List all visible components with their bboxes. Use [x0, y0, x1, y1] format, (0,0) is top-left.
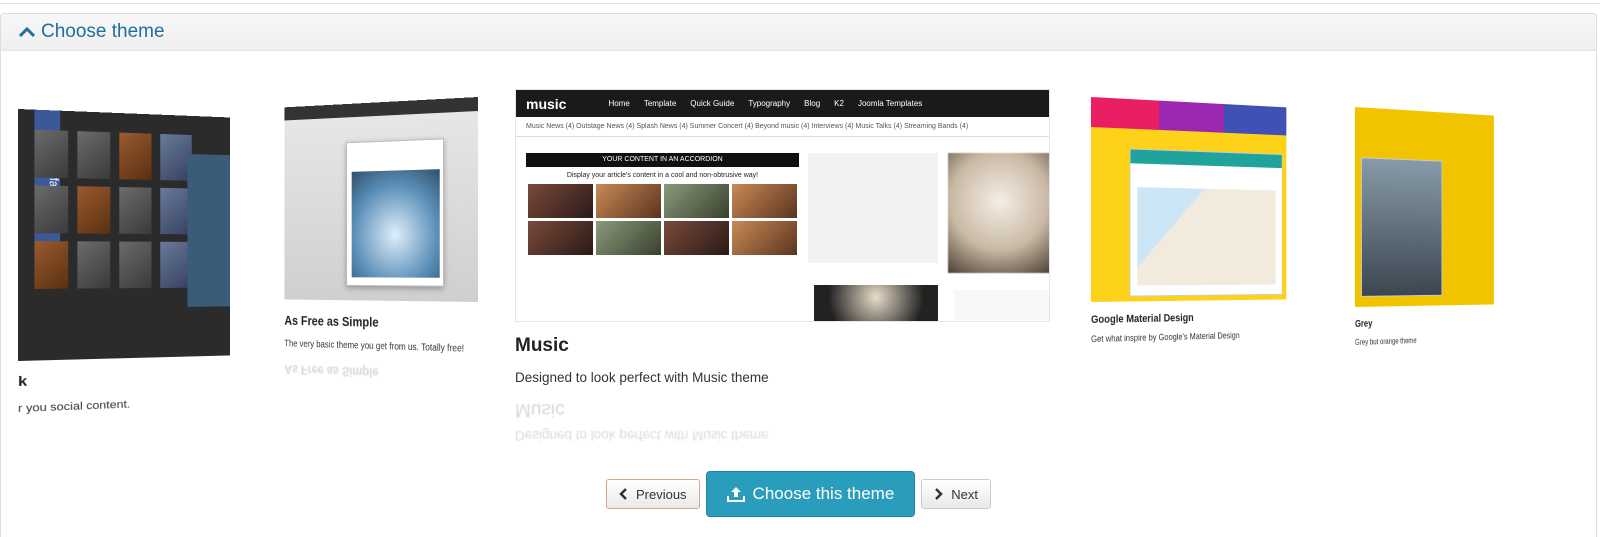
- theme-card-google-material-design[interactable]: Google Material Design Get what inspire …: [1091, 97, 1287, 344]
- theme-card-facebook[interactable]: facebook k r you social content.: [18, 109, 231, 415]
- theme-description: Get what inspire by Google's Material De…: [1091, 330, 1240, 344]
- theme-title: k: [18, 372, 28, 389]
- theme-preview-image: music Home Template Quick Guide Typograp…: [515, 89, 1050, 322]
- previous-button[interactable]: Previous: [605, 479, 700, 509]
- theme-card-music[interactable]: music Home Template Quick Guide Typograp…: [515, 89, 1050, 443]
- next-button[interactable]: Next: [921, 479, 992, 509]
- panel-title: Choose theme: [41, 21, 165, 42]
- top-divider: [0, 0, 1600, 4]
- theme-title: Google Material Design: [1091, 312, 1194, 326]
- choose-theme-toggle[interactable]: Choose theme: [19, 21, 165, 43]
- theme-description: Grey but orange theme: [1355, 336, 1417, 347]
- theme-reflection: As Free as Simple: [284, 362, 379, 381]
- theme-title: Grey: [1355, 318, 1373, 330]
- theme-reflection: Designed to look perfect with Music them…: [515, 399, 769, 443]
- theme-description: The very basic theme you get from us. To…: [284, 338, 465, 355]
- choose-theme-button[interactable]: Choose this theme: [705, 471, 916, 517]
- theme-preview-image: [1091, 97, 1287, 302]
- theme-description: Designed to look perfect with Music them…: [515, 370, 769, 385]
- theme-card-as-free-as-simple[interactable]: As Free as Simple The very basic theme y…: [284, 97, 478, 385]
- theme-preview-image: [1355, 107, 1494, 307]
- theme-preview-image: [284, 97, 478, 302]
- previous-label: Previous: [635, 486, 687, 502]
- theme-carousel: facebook k r you social content. As Free…: [0, 51, 1597, 471]
- theme-card-grey[interactable]: Grey Grey but orange theme: [1355, 107, 1494, 347]
- carousel-controls: Previous Choose this theme Next: [0, 471, 1597, 517]
- preview-logo: music: [526, 95, 567, 112]
- theme-title: Music: [515, 335, 569, 356]
- choose-theme-label: Choose this theme: [752, 484, 895, 503]
- theme-preview-image: facebook: [18, 109, 231, 361]
- theme-description: r you social content.: [18, 398, 131, 415]
- upload-icon: [726, 487, 745, 502]
- chevron-left-icon: [619, 488, 627, 500]
- next-label: Next: [951, 486, 979, 502]
- chevron-right-icon: [935, 488, 944, 500]
- theme-title: As Free as Simple: [284, 312, 379, 330]
- chevron-up-icon: [19, 26, 35, 38]
- panel-heading: Choose theme: [1, 14, 1596, 51]
